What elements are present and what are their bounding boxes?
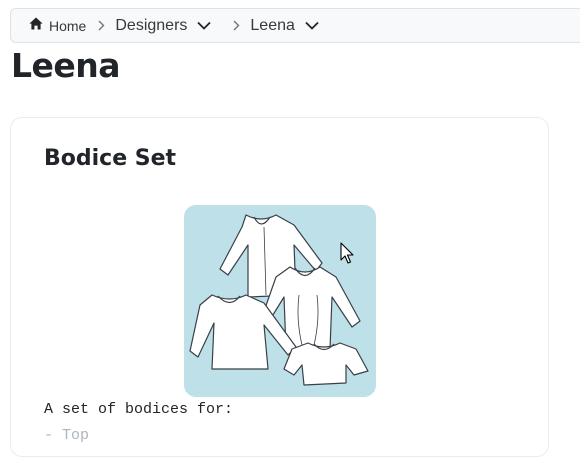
- breadcrumb-current-dropdown[interactable]: Leena: [250, 17, 319, 35]
- chevron-down-icon: [305, 21, 319, 30]
- breadcrumb-designers-dropdown[interactable]: Designers: [115, 16, 212, 35]
- home-icon: [29, 17, 43, 34]
- breadcrumb-home-label: Home: [49, 17, 87, 34]
- bodice-loose-long: [189, 294, 297, 370]
- list-item: - Top: [44, 427, 90, 444]
- bodice-illustration[interactable]: [184, 205, 376, 397]
- breadcrumb-designers-label: Designers: [115, 16, 188, 34]
- mouse-pointer-icon: [340, 242, 356, 271]
- chevron-down-icon: [197, 21, 212, 30]
- breadcrumb-home[interactable]: Home: [29, 17, 86, 34]
- chevron-right-icon: [98, 20, 105, 31]
- bodice-drawings: [189, 214, 369, 386]
- card-title: Bodice Set: [44, 146, 177, 171]
- pattern-card: Bodice Set A set of bodices for: - Top: [10, 117, 549, 457]
- chevron-right-icon: [233, 20, 240, 31]
- breadcrumb: Home Designers Leena: [10, 8, 580, 43]
- page-title: Leena: [11, 46, 121, 85]
- pattern-description: A set of bodices for:: [44, 401, 234, 418]
- breadcrumb-current-label: Leena: [250, 16, 295, 34]
